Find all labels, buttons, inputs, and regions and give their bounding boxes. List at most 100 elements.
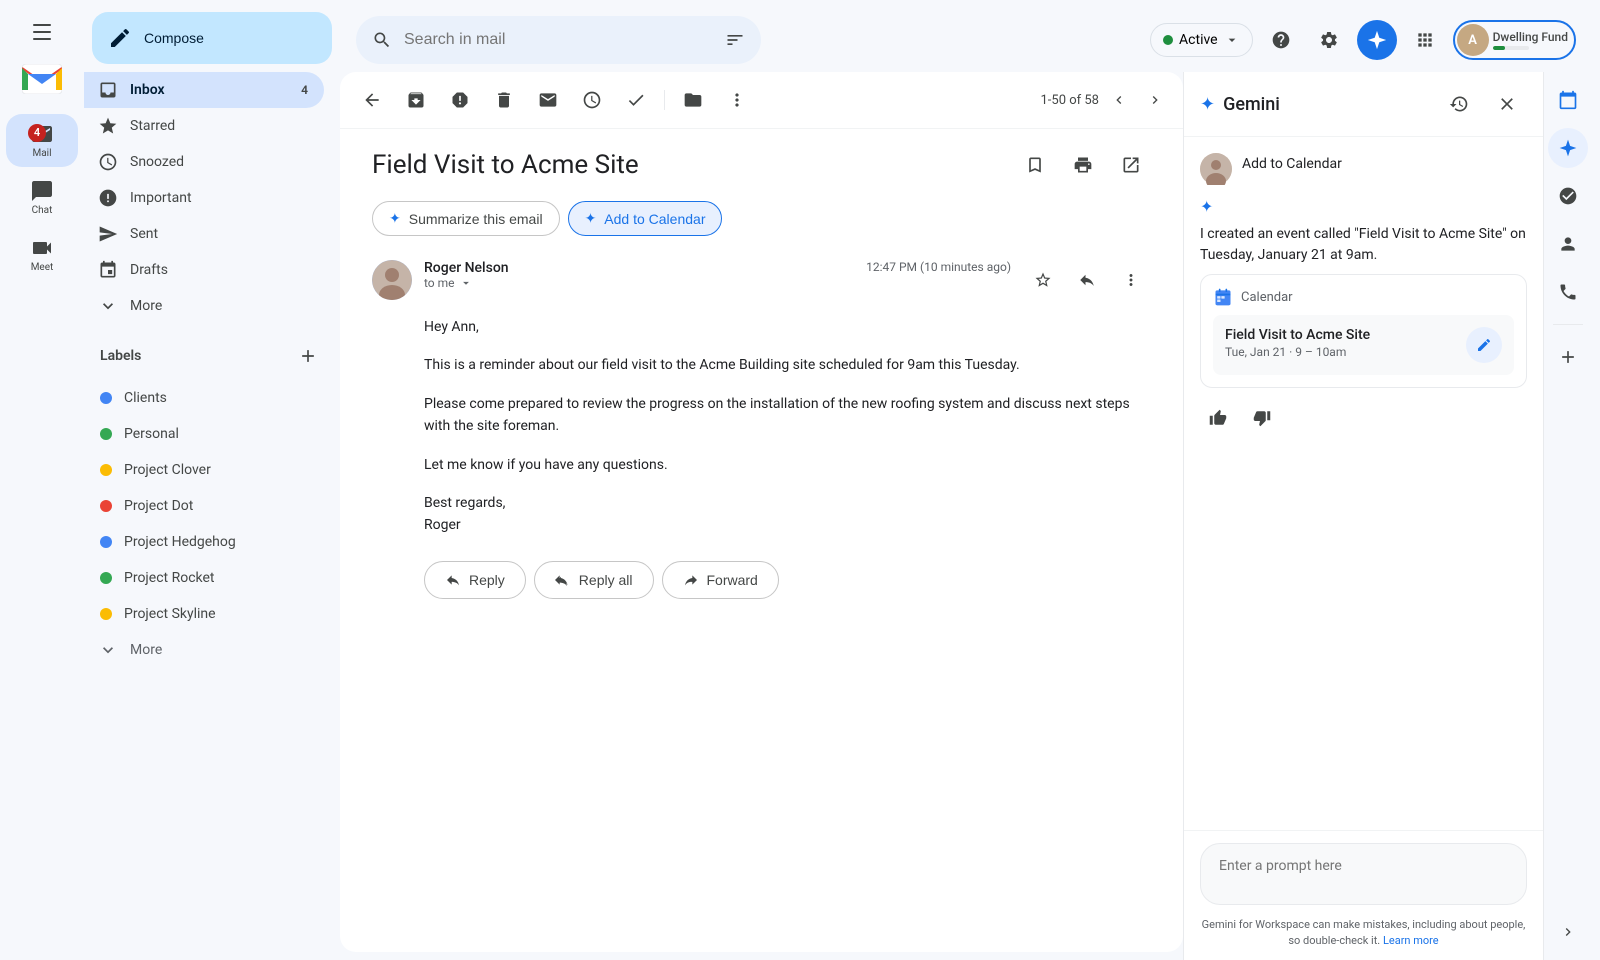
more-options-button[interactable] <box>717 80 757 120</box>
thumbs-up-button[interactable] <box>1200 400 1236 436</box>
right-add-icon <box>1558 347 1578 367</box>
next-page-button[interactable] <box>1139 84 1171 116</box>
search-bar[interactable] <box>356 16 761 64</box>
right-icons-divider <box>1553 324 1583 325</box>
label-project-dot-text: Project Dot <box>124 498 193 514</box>
move-to-button[interactable] <box>673 80 713 120</box>
nav-mail[interactable]: 4 Mail <box>6 114 78 167</box>
sidebar-item-sent[interactable]: Sent <box>84 216 324 252</box>
sidebar-item-more[interactable]: More <box>84 288 324 324</box>
right-expand-icon <box>1560 924 1576 940</box>
avatar: A <box>1457 24 1489 56</box>
add-tasks-button[interactable] <box>616 80 656 120</box>
gemini-input-area: Gemini for Workspace can make mistakes, … <box>1184 830 1543 960</box>
compose-button[interactable]: Compose <box>92 12 332 64</box>
sidebar-item-inbox[interactable]: Inbox 4 <box>84 72 324 108</box>
gemini-history-button[interactable] <box>1439 84 1479 124</box>
thumbs-down-button[interactable] <box>1244 400 1280 436</box>
star-email-button[interactable] <box>1023 260 1063 300</box>
label-project-hedgehog[interactable]: Project Hedgehog <box>84 524 324 560</box>
gemini-user-avatar-image <box>1200 153 1232 185</box>
add-label-button[interactable] <box>292 340 324 372</box>
move-to-icon <box>683 90 703 110</box>
nav-chat[interactable]: Chat <box>6 171 78 224</box>
help-button[interactable] <box>1261 20 1301 60</box>
right-icon-expand[interactable] <box>1548 912 1588 952</box>
delete-icon <box>494 90 514 110</box>
sidebar-item-important[interactable]: Important <box>84 180 324 216</box>
back-button[interactable] <box>352 80 392 120</box>
edit-event-button[interactable] <box>1466 327 1502 363</box>
sender-avatar-image <box>372 260 412 300</box>
account-name-block: Dwelling Fund <box>1493 30 1568 50</box>
summarize-email-button[interactable]: ✦ Summarize this email <box>372 201 560 236</box>
event-info: Field Visit to Acme Site Tue, Jan 21 · 9… <box>1225 327 1456 359</box>
ai-action-buttons: ✦ Summarize this email ✦ Add to Calendar <box>372 201 1151 236</box>
right-icon-phone[interactable] <box>1548 272 1588 312</box>
right-icon-add[interactable] <box>1548 337 1588 377</box>
reply-all-button[interactable]: Reply all <box>534 561 654 599</box>
report-spam-button[interactable] <box>440 80 480 120</box>
prev-page-button[interactable] <box>1103 84 1135 116</box>
settings-button[interactable] <box>1309 20 1349 60</box>
delete-button[interactable] <box>484 80 524 120</box>
label-project-clover[interactable]: Project Clover <box>84 452 324 488</box>
reply-btn-icon <box>445 572 461 588</box>
search-input[interactable] <box>404 31 713 49</box>
account-button[interactable]: A Dwelling Fund <box>1453 20 1576 60</box>
sidebar: Compose Inbox 4 Starred Snoozed Importan… <box>84 0 340 960</box>
snooze-button[interactable] <box>572 80 612 120</box>
page-count-text: 1-50 of 58 <box>1040 93 1099 108</box>
label-project-skyline[interactable]: Project Skyline <box>84 596 324 632</box>
label-clients[interactable]: Clients <box>84 380 324 416</box>
sender-to[interactable]: to me <box>424 276 854 290</box>
gemini-learn-more-link[interactable]: Learn more <box>1383 934 1439 947</box>
thumbs-up-icon <box>1209 409 1227 427</box>
search-filter-icon[interactable] <box>725 30 745 50</box>
sidebar-item-snoozed[interactable]: Snoozed <box>84 144 324 180</box>
label-dot-project-dot <box>100 500 112 512</box>
gemini-close-button[interactable] <box>1487 84 1527 124</box>
reply-email-button[interactable] <box>1067 260 1107 300</box>
sidebar-important-label: Important <box>130 190 192 206</box>
active-status-button[interactable]: Active <box>1150 23 1253 57</box>
sidebar-item-starred[interactable]: Starred <box>84 108 324 144</box>
hamburger-button[interactable] <box>18 8 66 56</box>
gemini-fab-button[interactable] <box>1357 20 1397 60</box>
reply-button[interactable]: Reply <box>424 561 526 599</box>
apps-button[interactable] <box>1405 20 1445 60</box>
right-icon-contacts[interactable] <box>1548 224 1588 264</box>
gmail-logo[interactable] <box>22 64 62 94</box>
right-icon-tasks[interactable] <box>1548 176 1588 216</box>
edit-event-icon <box>1476 337 1492 353</box>
nav-meet[interactable]: Meet <box>6 228 78 281</box>
search-icon <box>372 30 392 50</box>
add-to-calendar-button[interactable]: ✦ Add to Calendar <box>568 201 723 236</box>
bookmark-button[interactable] <box>1015 145 1055 185</box>
right-icon-gemini[interactable] <box>1548 128 1588 168</box>
more-chevron-icon <box>98 296 118 316</box>
print-button[interactable] <box>1063 145 1103 185</box>
label-personal[interactable]: Personal <box>84 416 324 452</box>
sidebar-item-drafts[interactable]: Drafts <box>84 252 324 288</box>
open-in-new-button[interactable] <box>1111 145 1151 185</box>
help-icon <box>1271 30 1291 50</box>
forward-button[interactable]: Forward <box>662 561 779 599</box>
more-vert-icon <box>727 90 747 110</box>
sidebar-drafts-label: Drafts <box>130 262 168 278</box>
archive-button[interactable] <box>396 80 436 120</box>
right-phone-icon <box>1558 282 1578 302</box>
gemini-prompt-input[interactable] <box>1200 843 1527 905</box>
label-project-dot[interactable]: Project Dot <box>84 488 324 524</box>
sparkle-icon: ✦ <box>389 210 401 227</box>
gemini-response-icon-row: ✦ <box>1200 197 1527 216</box>
right-tasks-icon <box>1558 186 1578 206</box>
sender-avatar <box>372 260 412 300</box>
label-project-rocket[interactable]: Project Rocket <box>84 560 324 596</box>
sidebar-item-more-labels[interactable]: More <box>84 632 324 668</box>
prev-page-icon <box>1111 92 1127 108</box>
calendar-app-name: Calendar <box>1241 290 1293 305</box>
more-email-options-button[interactable] <box>1111 260 1151 300</box>
mark-unread-button[interactable] <box>528 80 568 120</box>
right-icon-calendar[interactable] <box>1548 80 1588 120</box>
